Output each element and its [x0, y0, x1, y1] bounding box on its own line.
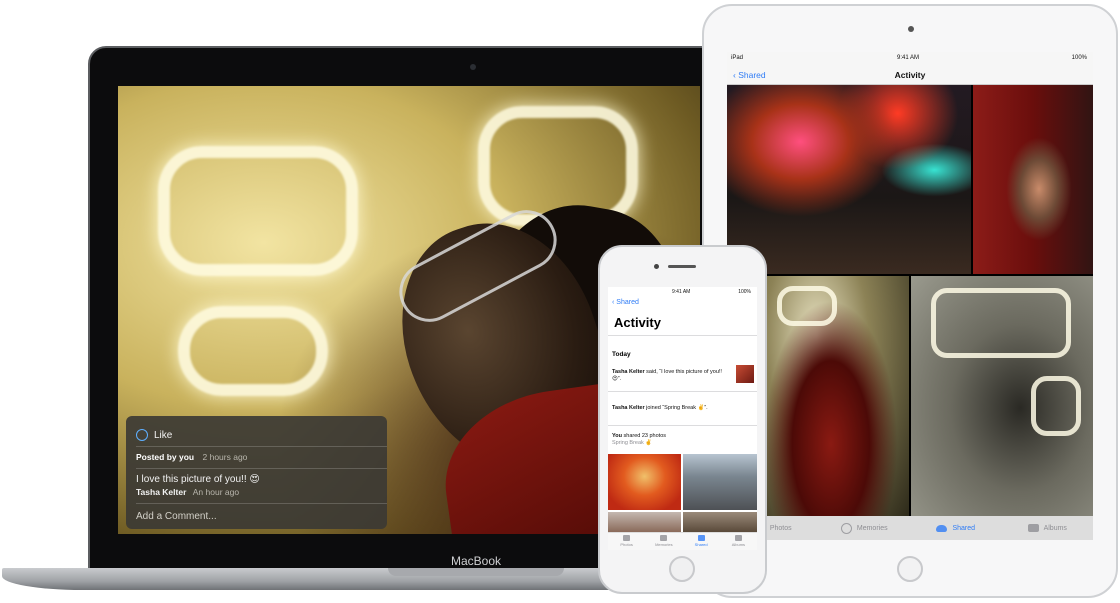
- tab-label: Photos: [620, 542, 633, 547]
- iphone-tab-bar: Photos Memories Shared Albums: [608, 532, 757, 550]
- neon-sign: [931, 288, 1071, 358]
- page-title: Activity: [614, 315, 661, 330]
- ipad-camera: [908, 26, 914, 32]
- macbook-camera: [470, 64, 476, 70]
- photo-city[interactable]: [683, 454, 757, 510]
- tab-memories[interactable]: Memories: [645, 533, 682, 550]
- divider: [136, 446, 387, 447]
- activity-name: You: [612, 433, 622, 439]
- activity-name: Tasha Kelter: [612, 369, 645, 375]
- back-label: Shared: [616, 299, 639, 306]
- status-time: 9:41 AM: [672, 289, 691, 295]
- divider: [136, 468, 387, 469]
- comment-author: Tasha Kelter: [136, 487, 187, 497]
- divider: [608, 425, 757, 426]
- cloud-icon: [697, 535, 705, 541]
- activity-item[interactable]: Tasha Kelter joined “Spring Break ✌️”.: [612, 405, 732, 412]
- activity-text: shared 23 photos: [621, 433, 667, 439]
- tab-label: Albums: [731, 542, 746, 547]
- page-title: Activity: [894, 70, 926, 80]
- tab-label: Photos: [769, 524, 792, 532]
- like-button[interactable]: Like: [126, 426, 387, 444]
- divider: [608, 391, 757, 392]
- divider: [136, 503, 387, 504]
- divider: [608, 335, 757, 336]
- tab-label: Shared: [952, 524, 976, 532]
- photos-icon: [623, 535, 631, 541]
- ipad-nav-bar: ‹ Shared Activity: [727, 66, 1093, 85]
- neon-sign: [178, 306, 328, 396]
- ipad-status-bar: iPad 9:41 AM 100%: [727, 52, 1093, 66]
- iphone-home-button[interactable]: [669, 556, 695, 582]
- photo-neon-street[interactable]: [727, 85, 971, 274]
- tab-label: Shared: [694, 542, 708, 547]
- tab-shared[interactable]: Shared: [910, 516, 1002, 540]
- carrier-label: iPad: [731, 55, 744, 61]
- photo-woman-silhouette[interactable]: [911, 276, 1093, 516]
- photo-man-window[interactable]: [973, 85, 1093, 274]
- activity-thumbnail[interactable]: [736, 365, 754, 383]
- photo-person-neon[interactable]: [767, 276, 909, 516]
- tab-shared[interactable]: Shared: [683, 533, 720, 550]
- tab-albums[interactable]: Albums: [1002, 516, 1094, 540]
- activity-item[interactable]: You shared 23 photos Spring Break ✌️: [612, 433, 732, 447]
- like-label: Like: [154, 429, 173, 441]
- posted-by-row: Posted by you 2 hours ago: [126, 452, 387, 462]
- posted-time: 2 hours ago: [202, 452, 248, 462]
- photo-thumbnail[interactable]: [608, 512, 681, 532]
- iphone-status-bar: 9:41 AM 100%: [608, 287, 757, 297]
- iphone-speaker: [668, 265, 696, 268]
- activity-subtitle: Spring Break ✌️: [612, 440, 653, 446]
- status-time: 9:41 AM: [897, 55, 920, 61]
- tab-label: Memories: [856, 524, 888, 532]
- tab-photos[interactable]: Photos: [608, 533, 645, 550]
- neon-sign: [158, 146, 358, 276]
- posted-by-prefix: Posted by: [136, 452, 177, 462]
- comment-time: An hour ago: [192, 487, 240, 497]
- posted-by-name: you: [179, 452, 195, 462]
- battery-label: 100%: [738, 289, 751, 295]
- section-header: Today: [612, 351, 631, 358]
- iphone-camera: [654, 264, 659, 269]
- tab-label: Albums: [1043, 524, 1067, 532]
- memories-icon: [840, 522, 852, 534]
- neon-sign: [1031, 376, 1081, 436]
- add-comment-field[interactable]: Add a Comment...: [126, 511, 387, 522]
- activity-text: joined “Spring Break ✌️”.: [644, 405, 708, 411]
- smiley-icon: [136, 429, 148, 441]
- iphone-screen: 9:41 AM 100% ‹ Shared Activity Today Tas…: [608, 287, 757, 550]
- albums-icon: [734, 535, 742, 541]
- ipad-home-button[interactable]: [897, 556, 923, 582]
- ipad-tab-bar: Photos Memories Shared Albums: [727, 516, 1093, 540]
- neon-sign: [777, 286, 837, 326]
- activity-item[interactable]: Tasha Kelter said, “I love this picture …: [612, 369, 732, 383]
- comment-panel: Like Posted by you 2 hours ago I love th…: [126, 416, 387, 529]
- macbook-opening-notch: [388, 568, 564, 576]
- photo-umbrella[interactable]: [608, 454, 681, 510]
- macbook-brand-label: MacBook: [450, 554, 502, 568]
- tab-albums[interactable]: Albums: [720, 533, 757, 550]
- ipad-screen: iPad 9:41 AM 100% ‹ Shared Activity Phot…: [727, 52, 1093, 540]
- cloud-icon: [936, 524, 948, 532]
- tab-memories[interactable]: Memories: [819, 516, 911, 540]
- activity-name: Tasha Kelter: [612, 405, 645, 411]
- albums-icon: [1027, 524, 1039, 532]
- comment-text: I love this picture of you!! 😍: [136, 474, 260, 485]
- comment: I love this picture of you!! 😍 Tasha Kel…: [126, 474, 387, 497]
- memories-icon: [660, 535, 668, 541]
- back-button[interactable]: ‹ Shared: [612, 299, 639, 306]
- tab-label: Memories: [655, 542, 673, 547]
- product-scene: Like Posted by you 2 hours ago I love th…: [0, 0, 1120, 603]
- battery-label: 100%: [1071, 55, 1087, 61]
- photo-thumbnail[interactable]: [683, 512, 757, 532]
